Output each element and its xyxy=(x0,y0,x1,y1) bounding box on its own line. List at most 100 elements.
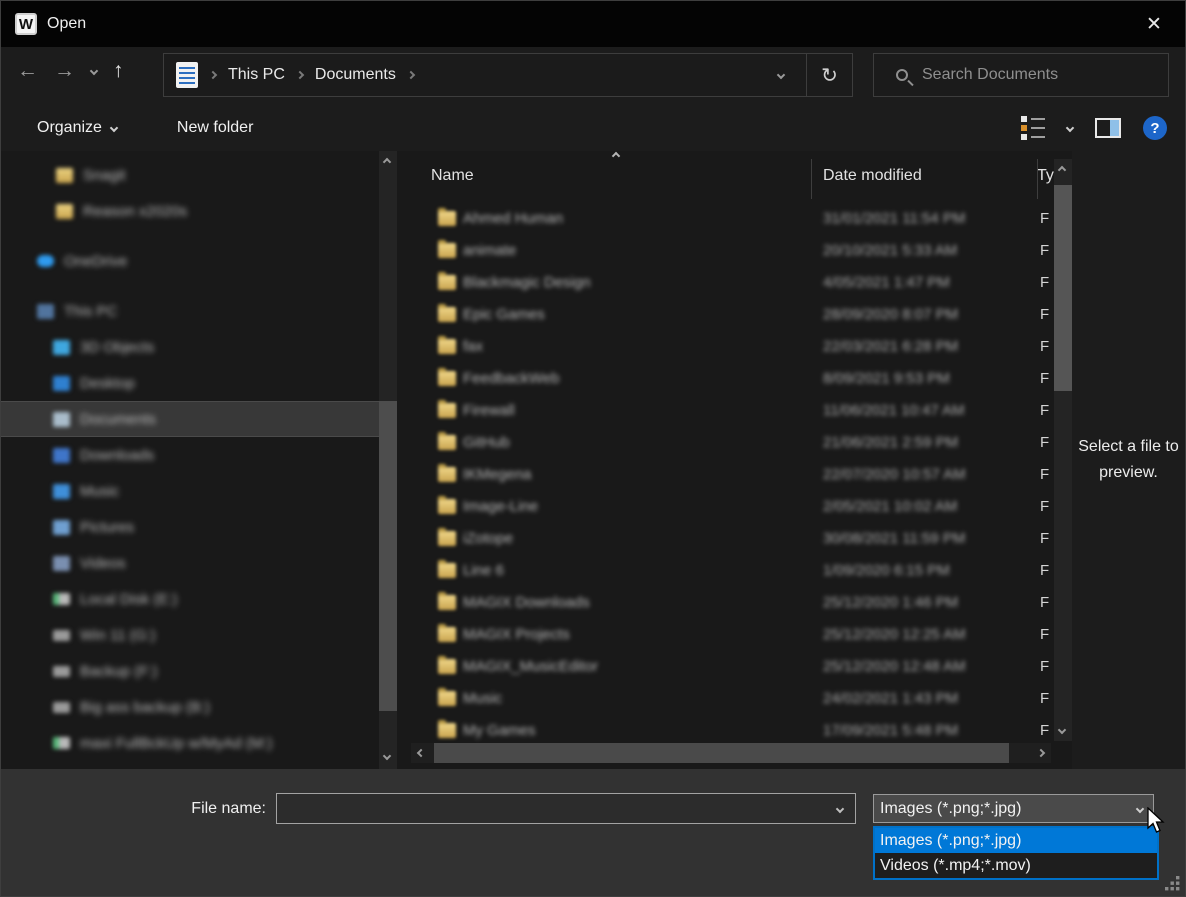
forward-icon[interactable]: → xyxy=(54,59,75,83)
sidebar-item-icon xyxy=(56,204,73,219)
sidebar-item[interactable]: This PC xyxy=(1,293,379,329)
sidebar-item-label: Music xyxy=(80,483,119,500)
sidebar-item[interactable]: Win 11 (G:) xyxy=(1,617,379,653)
sidebar-item-icon xyxy=(53,556,70,571)
type-cell: F xyxy=(1040,498,1049,515)
file-name-dropdown-chevron-icon[interactable] xyxy=(836,804,844,812)
sidebar-item[interactable]: Local Disk (E:) xyxy=(1,581,379,617)
file-list-panel: Name Date modified Ty Ahmed Human 31/01/… xyxy=(408,151,1054,769)
scrollbar-thumb[interactable] xyxy=(379,401,397,711)
sidebar-item[interactable]: Documents xyxy=(1,401,379,437)
type-cell: F xyxy=(1040,530,1049,547)
scroll-right-icon[interactable] xyxy=(1031,750,1051,756)
file-row[interactable]: iZotope 30/08/2021 11:59 PM F xyxy=(408,523,1054,555)
sidebar-item[interactable]: Music xyxy=(1,473,379,509)
refresh-icon[interactable]: ↻ xyxy=(806,54,852,96)
up-icon[interactable]: ↑ xyxy=(113,59,124,83)
column-header-type[interactable]: Ty xyxy=(1037,167,1054,185)
file-name-cell: fax xyxy=(463,338,483,355)
sidebar-scrollbar[interactable] xyxy=(379,151,397,769)
view-options-chevron-icon[interactable] xyxy=(1066,124,1074,132)
scroll-down-icon[interactable] xyxy=(1058,726,1066,734)
file-row[interactable]: animate 20/10/2021 5:33 AM F xyxy=(408,235,1054,267)
date-modified-cell: 2/05/2021 10:02 AM xyxy=(823,498,957,515)
window-title: Open xyxy=(47,15,86,33)
file-row[interactable]: Blackmagic Design 4/05/2021 1:47 PM F xyxy=(408,267,1054,299)
breadcrumb-separator-icon xyxy=(407,71,415,79)
file-type-select[interactable]: Images (*.png;*.jpg) xyxy=(873,794,1154,823)
preview-pane-icon[interactable] xyxy=(1095,118,1121,138)
column-divider[interactable] xyxy=(811,159,812,199)
scroll-up-icon[interactable] xyxy=(383,158,391,166)
file-row[interactable]: Epic Games 28/09/2020 8:07 PM F xyxy=(408,299,1054,331)
file-row[interactable]: FeedbackWeb 8/09/2021 9:53 PM F xyxy=(408,363,1054,395)
folder-icon xyxy=(438,307,456,322)
new-folder-button[interactable]: New folder xyxy=(177,119,253,137)
sidebar-item[interactable]: Snagit xyxy=(1,157,379,193)
title-bar: W Open ✕ xyxy=(1,1,1185,47)
sidebar-item-icon xyxy=(53,340,70,355)
recent-locations-chevron-icon[interactable] xyxy=(90,67,98,75)
file-row[interactable]: MAGIX Downloads 25/12/2020 1:46 PM F xyxy=(408,587,1054,619)
file-row[interactable]: Firewall 11/06/2021 10:47 AM F xyxy=(408,395,1054,427)
file-row[interactable]: IKMegena 22/07/2020 10:57 AM F xyxy=(408,459,1054,491)
breadcrumb-this-pc[interactable]: This PC xyxy=(218,66,295,84)
sidebar-item[interactable]: Reason x2020s xyxy=(1,193,379,229)
folder-icon xyxy=(438,691,456,706)
file-name-input[interactable] xyxy=(277,800,837,817)
sidebar-item[interactable]: 3D Objects xyxy=(1,329,379,365)
sidebar-item-label: Downloads xyxy=(80,447,154,464)
scroll-down-icon[interactable] xyxy=(383,752,391,760)
list-vertical-scrollbar[interactable] xyxy=(1054,159,1072,741)
file-name-cell: Epic Games xyxy=(463,306,545,323)
command-toolbar: Organize New folder ? xyxy=(1,105,1185,151)
file-row[interactable]: Line 6 1/09/2020 6:15 PM F xyxy=(408,555,1054,587)
sidebar-item[interactable]: OneDrive xyxy=(1,243,379,279)
file-row[interactable]: Image-Line 2/05/2021 10:02 AM F xyxy=(408,491,1054,523)
help-icon[interactable]: ? xyxy=(1143,116,1167,140)
type-cell: F xyxy=(1040,210,1049,227)
file-type-option[interactable]: Images (*.png;*.jpg) xyxy=(875,828,1157,853)
column-header-name[interactable]: Name xyxy=(431,167,474,185)
file-type-option[interactable]: Videos (*.mp4;*.mov) xyxy=(875,853,1157,878)
scrollbar-thumb[interactable] xyxy=(434,743,1009,763)
details-view-icon[interactable] xyxy=(1021,116,1045,140)
back-icon[interactable]: ← xyxy=(17,59,38,83)
resize-grip-icon[interactable] xyxy=(1165,876,1180,891)
sidebar-item[interactable]: Big ass backup (B:) xyxy=(1,689,379,725)
sidebar-item[interactable]: Desktop xyxy=(1,365,379,401)
scroll-up-icon[interactable] xyxy=(1058,166,1066,174)
breadcrumb-documents[interactable]: Documents xyxy=(305,66,406,84)
date-modified-cell: 25/12/2020 12:48 AM xyxy=(823,658,966,675)
file-name-combo[interactable] xyxy=(276,793,856,824)
organize-button[interactable]: Organize xyxy=(37,119,117,137)
column-header-date-modified[interactable]: Date modified xyxy=(823,167,922,185)
column-divider[interactable] xyxy=(1037,159,1038,199)
folder-icon xyxy=(438,339,456,354)
address-bar[interactable]: This PC Documents ↻ xyxy=(163,53,853,97)
file-row[interactable]: fax 22/03/2021 6:28 PM F xyxy=(408,331,1054,363)
sidebar-item[interactable]: Pictures xyxy=(1,509,379,545)
folder-icon xyxy=(438,275,456,290)
horizontal-scrollbar[interactable] xyxy=(411,743,1051,763)
sidebar-item[interactable]: Videos xyxy=(1,545,379,581)
sidebar-item-icon xyxy=(53,520,70,535)
folder-icon xyxy=(438,595,456,610)
file-row[interactable]: GitHub 21/06/2021 2:59 PM F xyxy=(408,427,1054,459)
sidebar-item-label: Reason x2020s xyxy=(83,203,187,220)
scroll-left-icon[interactable] xyxy=(411,750,431,756)
type-cell: F xyxy=(1040,242,1049,259)
sidebar-item[interactable]: Backup (F:) xyxy=(1,653,379,689)
breadcrumb-separator-icon xyxy=(209,71,217,79)
sidebar-item[interactable]: Downloads xyxy=(1,437,379,473)
file-row[interactable]: Music 24/02/2021 1:43 PM F xyxy=(408,683,1054,715)
sidebar-item[interactable]: maxi FullBckUp w/MyAd (M:) xyxy=(1,725,379,761)
scrollbar-thumb[interactable] xyxy=(1054,185,1072,391)
file-row[interactable]: Ahmed Human 31/01/2021 11:54 PM F xyxy=(408,203,1054,235)
file-row[interactable]: MAGIX_MusicEditor 25/12/2020 12:48 AM F xyxy=(408,651,1054,683)
address-dropdown-chevron-icon[interactable] xyxy=(756,54,806,96)
search-input[interactable]: Search Documents xyxy=(873,53,1169,97)
file-row[interactable]: MAGIX Projects 25/12/2020 12:25 AM F xyxy=(408,619,1054,651)
scrollbar-track[interactable] xyxy=(431,743,1031,763)
close-icon[interactable]: ✕ xyxy=(1137,9,1171,39)
